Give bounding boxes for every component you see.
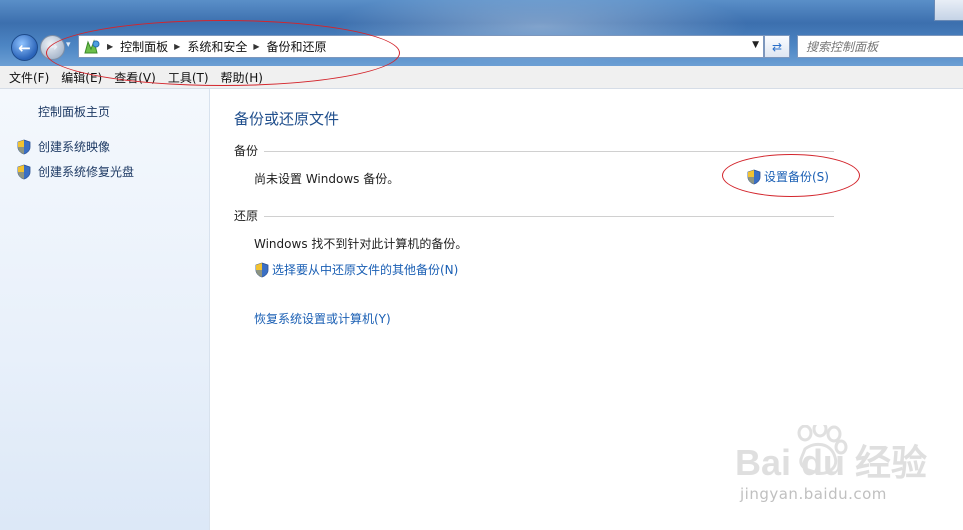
forward-button[interactable]: → <box>40 35 65 60</box>
arrow-left-icon: ← <box>18 38 31 57</box>
setup-backup-label: 设置备份(S) <box>764 170 829 184</box>
refresh-button[interactable]: ⇄ <box>764 35 790 58</box>
recover-system-label: 恢复系统设置或计算机(Y) <box>254 312 391 326</box>
watermark-brand: Bai du 经验 <box>735 442 927 483</box>
address-bar[interactable]: ▶ 控制面板 ▶ 系统和安全 ▶ 备份和还原 ▼ <box>78 35 764 58</box>
arrow-right-icon: → <box>47 40 58 55</box>
uac-shield-icon <box>16 164 32 180</box>
window-titlebar: ← → ▾ ▶ 控制面板 ▶ 系统和安全 ▶ 备份和还原 ▼ ⇄ <box>0 0 963 66</box>
recent-pages-dropdown-icon[interactable]: ▾ <box>66 40 71 50</box>
nav-create-repair-disc[interactable]: 创建系统修复光盘 <box>16 163 134 180</box>
nav-link-label: 创建系统修复光盘 <box>38 165 135 179</box>
section-restore-header: 还原 <box>234 207 834 224</box>
menu-bar: 文件(F) 编辑(E) 查看(V) 工具(T) 帮助(H) <box>0 66 963 89</box>
back-button[interactable]: ← <box>11 34 38 61</box>
nav-create-system-image[interactable]: 创建系统映像 <box>16 138 110 155</box>
menu-tools[interactable]: 工具(T) <box>168 69 209 86</box>
breadcrumb-separator-icon[interactable]: ▶ <box>253 42 259 51</box>
breadcrumb-system-security[interactable]: 系统和安全 <box>187 38 247 55</box>
section-heading: 备份 <box>234 144 259 158</box>
menu-view[interactable]: 查看(V) <box>114 69 156 86</box>
setup-backup-link[interactable]: 设置备份(S) <box>746 168 829 185</box>
backup-status-text: 尚未设置 Windows 备份。 <box>254 172 400 186</box>
recover-system-link[interactable]: 恢复系统设置或计算机(Y) <box>254 310 391 327</box>
page-title: 备份或还原文件 <box>234 110 340 128</box>
uac-shield-icon <box>254 262 270 278</box>
section-backup-header: 备份 <box>234 142 834 159</box>
watermark-url: jingyan.baidu.com <box>740 485 887 503</box>
divider <box>264 151 834 152</box>
menu-file[interactable]: 文件(F) <box>9 69 49 86</box>
uac-shield-icon <box>16 139 32 155</box>
breadcrumb-separator-icon[interactable]: ▶ <box>174 42 180 51</box>
nav-link-label: 创建系统映像 <box>38 140 111 154</box>
nav-control-panel-home[interactable]: 控制面板主页 <box>38 103 110 120</box>
refresh-icon: ⇄ <box>771 39 783 54</box>
restore-status-text: Windows 找不到针对此计算机的备份。 <box>254 237 468 251</box>
select-other-backup-label: 选择要从中还原文件的其他备份(N) <box>272 263 459 277</box>
uac-shield-icon <box>746 169 762 185</box>
address-dropdown-icon[interactable]: ▼ <box>752 40 759 50</box>
breadcrumb-control-panel[interactable]: 控制面板 <box>120 38 168 55</box>
search-box[interactable] <box>797 35 963 58</box>
navigation-pane: 控制面板主页 创建系统映像 创建系统修复光盘 <box>0 89 210 530</box>
breadcrumb-separator-icon[interactable]: ▶ <box>107 42 113 51</box>
menu-edit[interactable]: 编辑(E) <box>61 69 102 86</box>
section-heading: 还原 <box>234 209 259 223</box>
select-other-backup-link[interactable]: 选择要从中还原文件的其他备份(N) <box>254 261 458 278</box>
control-panel-icon <box>83 38 101 55</box>
menu-help[interactable]: 帮助(H) <box>221 69 263 86</box>
divider <box>264 216 834 217</box>
breadcrumb-backup-restore[interactable]: 备份和还原 <box>267 38 327 55</box>
window-control-button[interactable] <box>934 0 963 21</box>
search-input[interactable] <box>806 39 946 54</box>
